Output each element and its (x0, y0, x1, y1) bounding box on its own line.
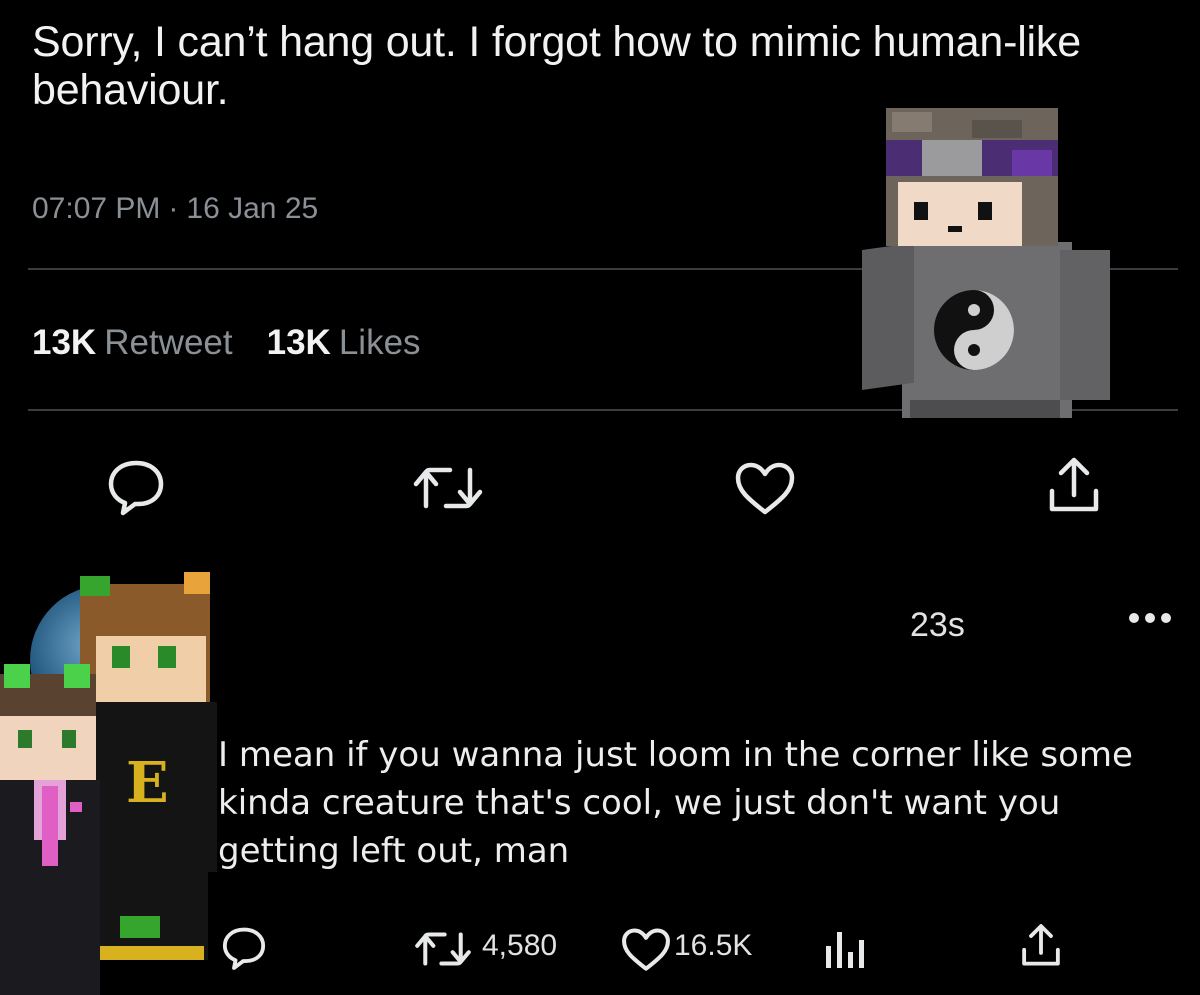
page: Sorry, I can’t hang out. I forgot how to… (0, 0, 1200, 995)
share-icon[interactable] (1018, 922, 1064, 970)
retweet-count: 13K (32, 323, 97, 362)
likes-count: 13K (266, 323, 331, 362)
reply-retweet-count: 4,580 (482, 929, 558, 962)
share-icon[interactable] (1044, 455, 1104, 517)
tweet-time: 07:07 PM (32, 192, 161, 225)
reply-timestamp[interactable]: 23s (910, 606, 965, 645)
retweet-label: Retweet (104, 323, 233, 362)
tweet-stats: 13K Retweet 13K Likes (32, 323, 421, 363)
reply-icon[interactable] (105, 457, 167, 517)
likes-label: Likes (338, 323, 421, 362)
reply-like-count: 16.5K (674, 929, 753, 962)
meta-separator: · (168, 192, 179, 225)
like-icon[interactable] (733, 460, 797, 518)
tweet-date: 16 Jan 25 (186, 192, 319, 225)
tweet-timestamp[interactable]: 07:07 PM · 16 Jan 25 (32, 192, 318, 226)
retweet-stat[interactable]: 13K Retweet (32, 323, 233, 363)
minecraft-character-sticker (862, 100, 1112, 423)
reply-text: I mean if you wanna just loom in the cor… (218, 735, 1133, 871)
reply-icon[interactable] (220, 925, 268, 971)
views-icon[interactable] (822, 926, 866, 970)
svg-text:E: E (126, 750, 169, 816)
retweet-icon[interactable] (412, 462, 484, 514)
minecraft-characters-sticker: E (0, 566, 225, 995)
likes-stat[interactable]: 13K Likes (267, 323, 421, 363)
retweet-icon[interactable] (414, 928, 472, 970)
like-icon[interactable] (620, 926, 672, 974)
more-options-icon[interactable] (1128, 611, 1172, 629)
